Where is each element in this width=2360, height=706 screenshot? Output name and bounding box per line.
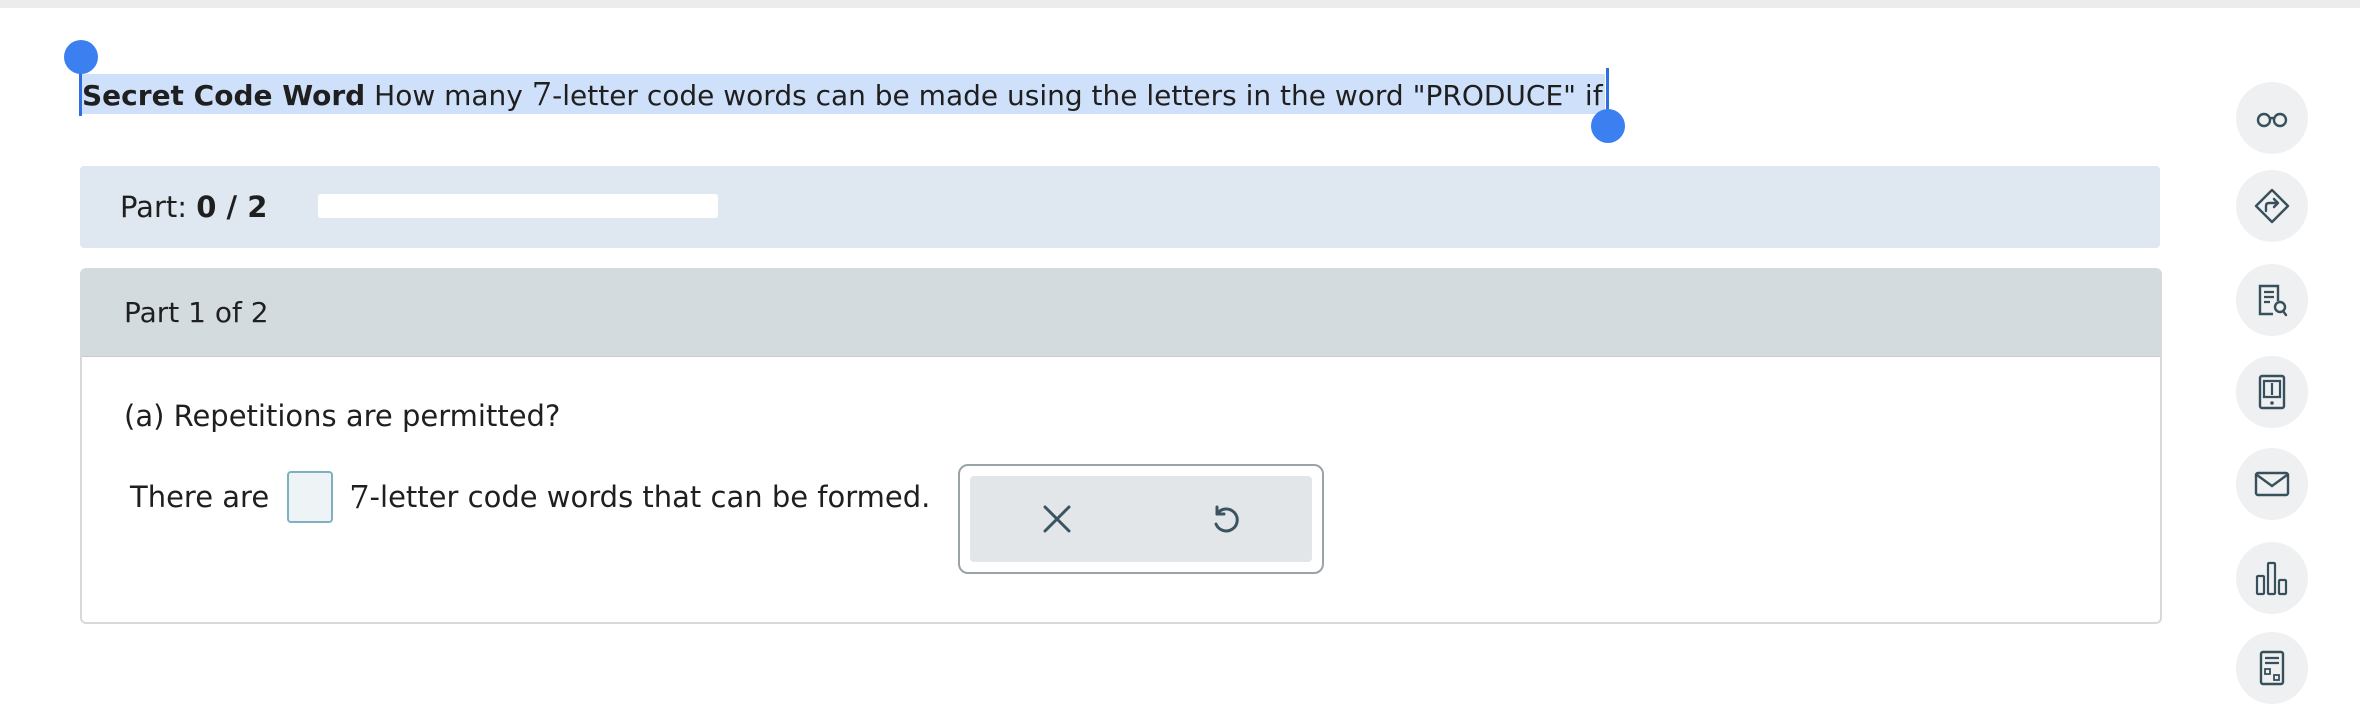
selection-handle-start[interactable] — [64, 40, 98, 74]
toolbar-ebook-button[interactable] — [2236, 356, 2308, 428]
mail-icon — [2254, 471, 2290, 497]
answer-number: 7 — [349, 478, 370, 516]
question-title: Secret Code Word — [82, 79, 366, 112]
question-text-after: -letter code words can be made using the… — [552, 79, 1603, 112]
answer-input[interactable] — [287, 471, 334, 523]
undo-button[interactable] — [1200, 494, 1250, 544]
progress-track — [318, 194, 718, 218]
part-question: (a) Repetitions are permitted? — [124, 399, 561, 433]
answer-prefix: There are — [130, 480, 270, 514]
answer-suffix: -letter code words that can be formed. — [369, 480, 931, 514]
glasses-icon — [2256, 112, 2288, 128]
directions-icon — [2254, 188, 2290, 224]
part-progress-label: Part: 0 / 2 — [120, 166, 267, 248]
toolbar-mail-button[interactable] — [2236, 448, 2308, 520]
toolbar-glasses-button[interactable] — [2236, 82, 2308, 154]
bar-chart-icon — [2255, 561, 2288, 596]
ebook-icon — [2258, 374, 2286, 410]
question-number: 7 — [531, 75, 553, 113]
close-icon — [1043, 505, 1071, 533]
part-progress-value: 0 / 2 — [196, 190, 268, 224]
toolbar-directions-button[interactable] — [2236, 170, 2308, 242]
clear-button[interactable] — [1032, 494, 1082, 544]
toolbar-bar-chart-button[interactable] — [2236, 542, 2308, 614]
top-bar — [0, 0, 2360, 8]
answer-row: There are 7 -letter code words that can b… — [130, 468, 930, 526]
part-header: Part 1 of 2 — [82, 270, 2160, 357]
selection-handle-end[interactable] — [1591, 109, 1625, 143]
answer-actions-panel — [970, 476, 1312, 562]
document-search-icon — [2258, 284, 2288, 317]
part-progress-bar: Part: 0 / 2 — [80, 166, 2160, 248]
calculator-icon — [2259, 650, 2285, 686]
part-label: Part: — [120, 190, 188, 224]
undo-icon — [1214, 505, 1239, 533]
selection-caret-start — [79, 72, 82, 116]
text-selection: Secret Code Word How many 7-letter code … — [80, 74, 1605, 114]
toolbar-document-search-button[interactable] — [2236, 264, 2308, 336]
question-text-before: How many — [374, 79, 532, 112]
answer-actions — [958, 464, 1324, 574]
question-text[interactable]: Secret Code Word How many 7-letter code … — [80, 74, 1605, 114]
toolbar-calculator-button[interactable] — [2236, 632, 2308, 704]
